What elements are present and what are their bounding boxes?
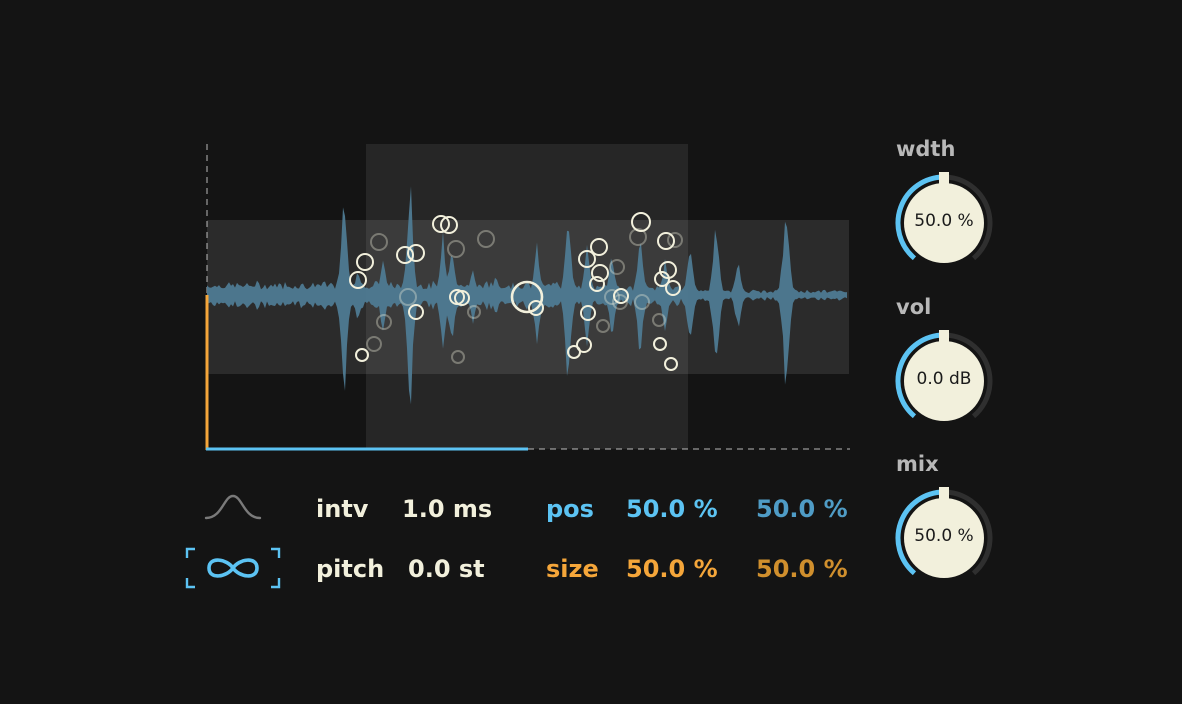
pitch-label: pitch	[316, 555, 385, 583]
interval-value[interactable]: 1.0 ms	[402, 494, 492, 524]
size-random-value[interactable]: 50.0 %	[756, 554, 848, 584]
volume-knob[interactable]: 0.0 dB	[894, 330, 994, 430]
envelope-curve-icon	[204, 494, 262, 520]
envelope-shape-button[interactable]	[202, 490, 264, 524]
loop-toggle-button[interactable]	[184, 546, 282, 590]
granular-plugin: intv 1.0 ms pitch 0.0 st pos 50.0 % 50.0…	[0, 0, 1182, 704]
width-knob-label: wdth	[896, 137, 956, 161]
mix-knob-value: 50.0 %	[914, 526, 974, 546]
position-label: pos	[546, 495, 594, 523]
grain-display[interactable]	[0, 0, 1182, 704]
position-value[interactable]: 50.0 %	[626, 494, 718, 524]
width-knob[interactable]: 50.0 %	[894, 172, 994, 272]
volume-knob-label: vol	[896, 295, 932, 319]
width-knob-value: 50.0 %	[914, 211, 974, 231]
mix-knob-label: mix	[896, 452, 939, 476]
size-label: size	[546, 555, 599, 583]
size-value[interactable]: 50.0 %	[626, 554, 718, 584]
infinity-loop-icon	[185, 547, 281, 589]
interval-label: intv	[316, 495, 369, 523]
mix-knob[interactable]: 50.0 %	[894, 487, 994, 587]
volume-knob-value: 0.0 dB	[916, 369, 972, 389]
pitch-value[interactable]: 0.0 st	[408, 554, 485, 584]
position-random-value[interactable]: 50.0 %	[756, 494, 848, 524]
